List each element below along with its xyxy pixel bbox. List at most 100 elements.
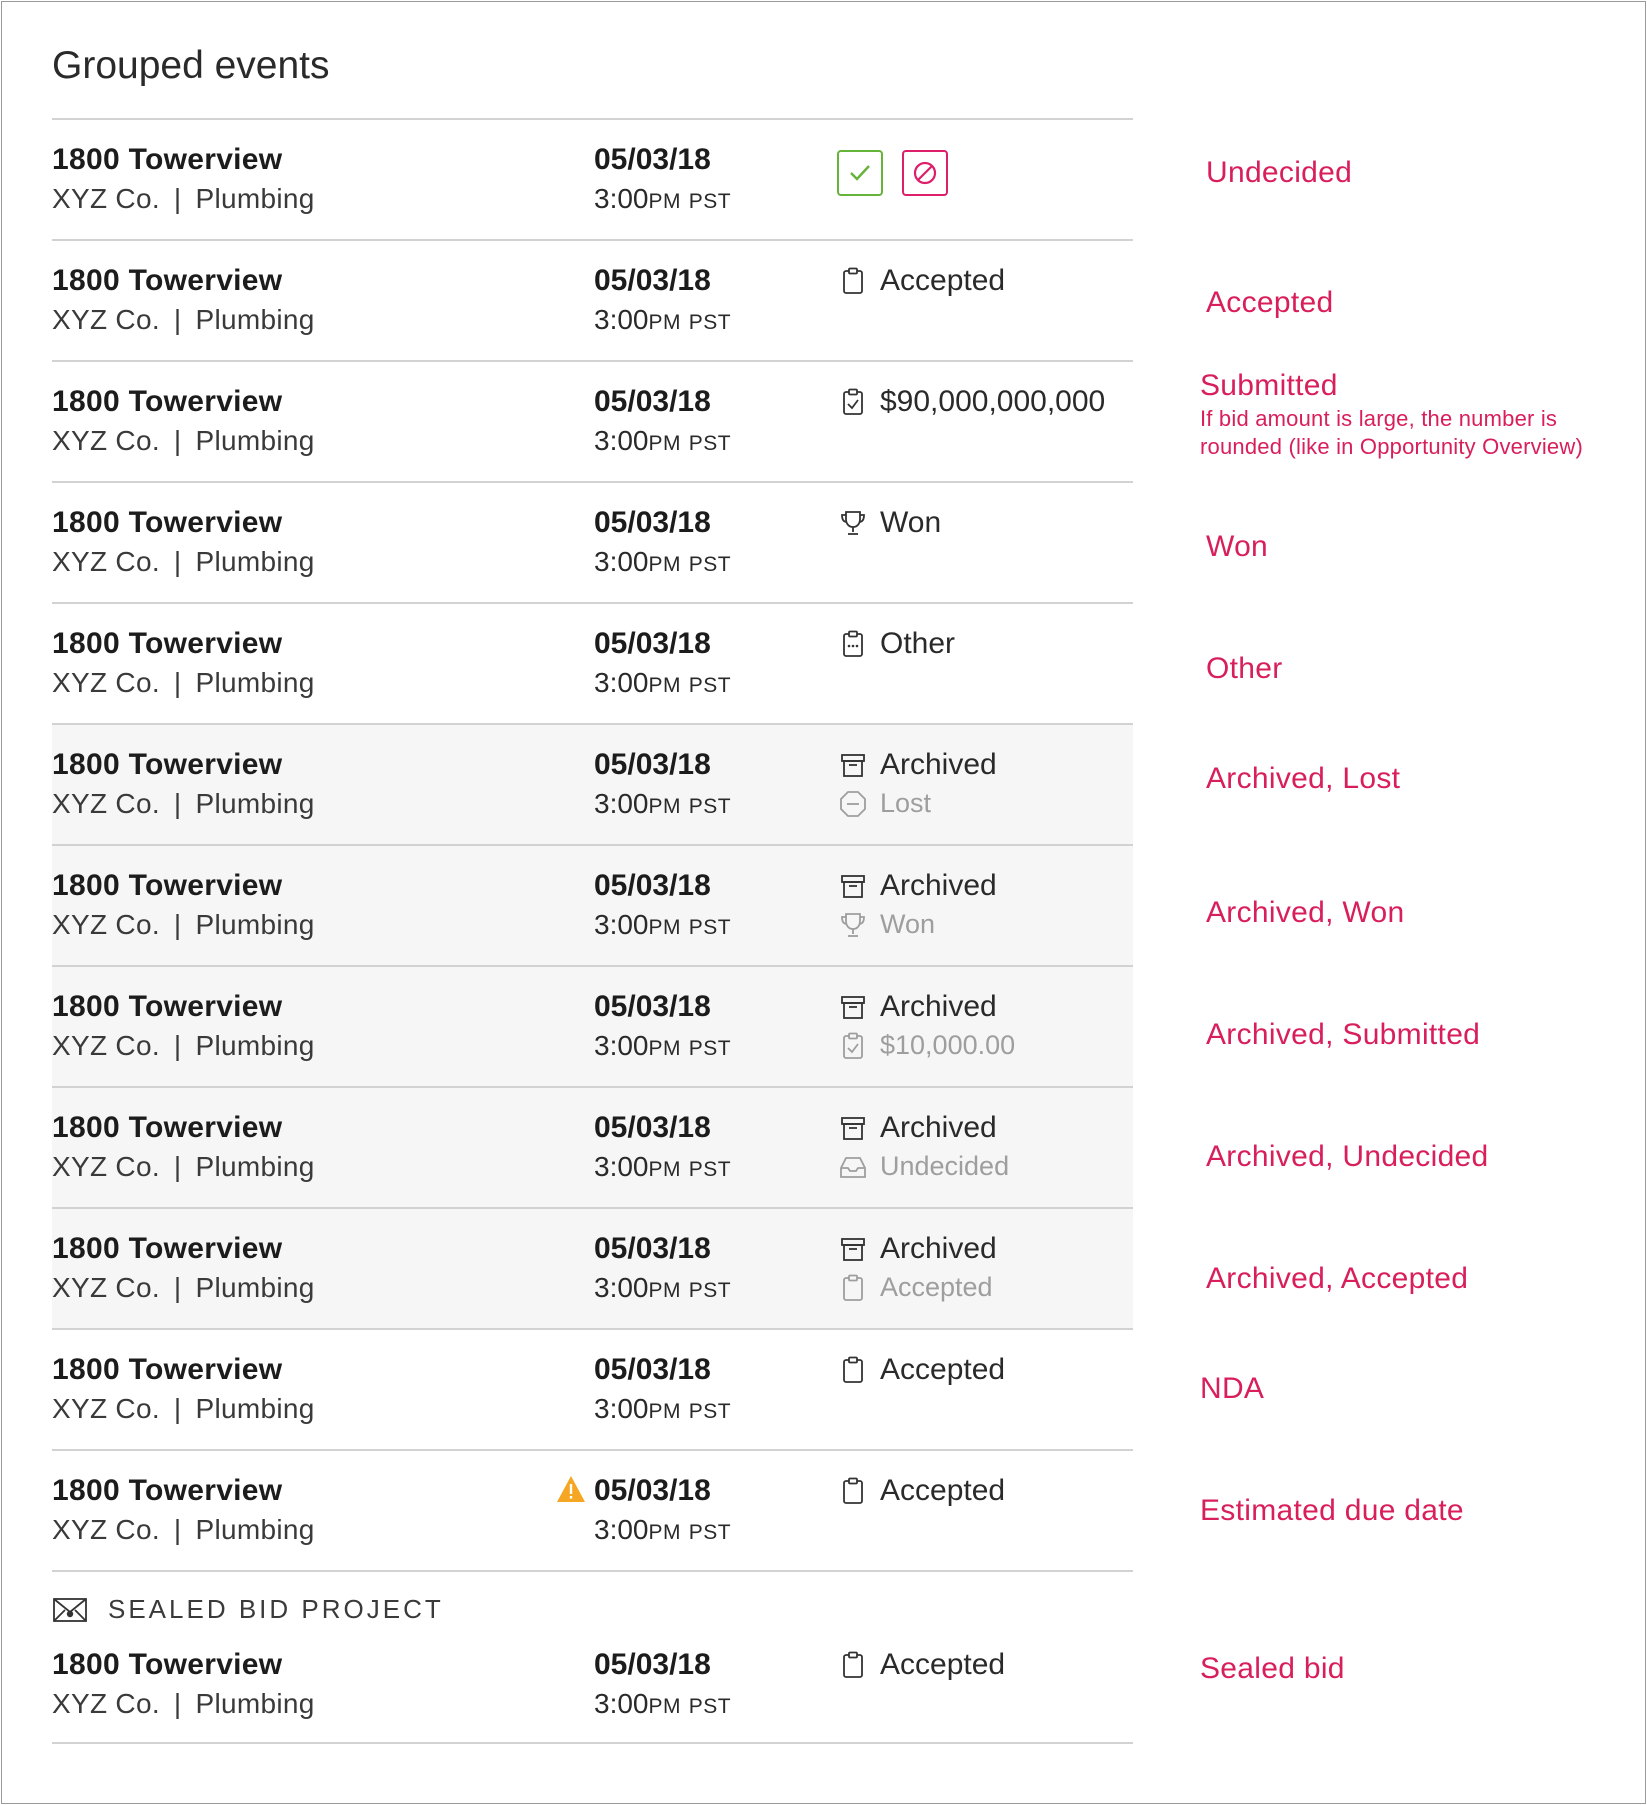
annotation-nda: NDA [1200, 1372, 1265, 1405]
trophy-icon [838, 508, 868, 538]
company-trade: XYZ Co. | Plumbing [52, 1688, 315, 1720]
previous-status: Won [838, 909, 935, 940]
no-entry-icon [913, 161, 937, 185]
status-label: Accepted [880, 264, 1006, 297]
annotation-estimated-due-date: Estimated due date [1200, 1494, 1464, 1527]
status-label: Archived [880, 748, 997, 781]
trade-name: Plumbing [195, 1514, 315, 1545]
table-row[interactable]: 1800 Towerview XYZ Co. | Plumbing 05/03/18… [52, 481, 1133, 602]
separator: | [173, 1151, 182, 1182]
trophy-icon [838, 910, 868, 940]
due-date: 05/03/18 [594, 385, 711, 418]
separator: | [173, 909, 182, 940]
table-row[interactable]: 1800 Towerview XYZ Co. | Plumbing 05/03/18… [52, 723, 1133, 844]
table-row[interactable]: 1800 Towerview XYZ Co. | Plumbing 05/03/18… [52, 239, 1133, 360]
bid-status: Other [838, 627, 955, 661]
separator: | [173, 304, 182, 335]
company-trade: XYZ Co. | Plumbing [52, 304, 315, 336]
company-trade: XYZ Co. | Plumbing [52, 788, 315, 820]
archive-box-icon [838, 992, 868, 1022]
table-row[interactable]: 1800 Towerview XYZ Co. | Plumbing 05/03/18… [52, 1449, 1133, 1570]
company-trade: XYZ Co. | Plumbing [52, 1030, 315, 1062]
previous-status: Lost [838, 788, 931, 819]
project-name: 1800 Towerview [52, 264, 283, 297]
due-time: 3:00PM PST [594, 1151, 732, 1182]
bid-status: Accepted [838, 1474, 1005, 1508]
clipboard-icon [838, 1476, 868, 1506]
company-trade: XYZ Co. | Plumbing [52, 1514, 315, 1546]
annotation-sealed-bid: Sealed bid [1200, 1652, 1345, 1685]
due-time: 3:00PM PST [594, 1688, 732, 1719]
table-row[interactable]: 1800 Towerview XYZ Co. | Plumbing 05/03/18… [52, 844, 1133, 965]
table-row[interactable]: 1800 Towerview XYZ Co. | Plumbing 05/03/18… [52, 1086, 1133, 1207]
annotation-accepted: Accepted [1206, 286, 1334, 319]
substatus-label: Lost [880, 788, 932, 818]
due-date: 05/03/18 [594, 1648, 711, 1681]
company-name: XYZ Co. [52, 1514, 160, 1545]
table-row[interactable]: 1800 Towerview XYZ Co. | Plumbing 05/03/18… [52, 118, 1133, 239]
table-row[interactable]: 1800 Towerview XYZ Co. | Plumbing 05/03/18… [52, 965, 1133, 1086]
trade-name: Plumbing [195, 1151, 315, 1182]
decline-button[interactable] [902, 150, 948, 196]
page-frame: Grouped events 1800 Towerview XYZ Co. | Pl… [1, 1, 1646, 1804]
trade-name: Plumbing [195, 788, 315, 819]
substatus-label: Won [880, 909, 936, 939]
table-row[interactable]: 1800 Towerview XYZ Co. | Plumbing 05/03/18… [52, 1328, 1133, 1449]
annotation-archived-submitted: Archived, Submitted [1206, 1018, 1481, 1051]
due-date: 05/03/18 [594, 1474, 711, 1507]
company-trade: XYZ Co. | Plumbing [52, 425, 315, 457]
bid-status: Archived [838, 1111, 997, 1145]
project-name: 1800 Towerview [52, 627, 283, 660]
company-name: XYZ Co. [52, 183, 160, 214]
due-time: 3:00PM PST [594, 909, 732, 940]
company-name: XYZ Co. [52, 425, 160, 456]
company-name: XYZ Co. [52, 1393, 160, 1424]
due-time: 3:00PM PST [594, 667, 732, 698]
trade-name: Plumbing [195, 304, 315, 335]
archive-box-icon [838, 1234, 868, 1264]
previous-status: $10,000.00 [838, 1030, 1015, 1061]
warning-triangle-icon [557, 1476, 585, 1502]
separator: | [173, 1030, 182, 1061]
status-label: Other [880, 627, 956, 660]
annotation-submitted-title: Submitted [1200, 369, 1338, 402]
table-row[interactable]: 1800 Towerview XYZ Co. | Plumbing 05/03/18… [52, 360, 1133, 481]
due-date: 05/03/18 [594, 627, 711, 660]
project-name: 1800 Towerview [52, 1353, 283, 1386]
due-time: 3:00PM PST [594, 788, 732, 819]
clipboard-icon [838, 266, 868, 296]
minus-octagon-icon [838, 789, 868, 819]
bid-status: Accepted [838, 264, 1005, 298]
annotation-archived-won: Archived, Won [1206, 896, 1405, 929]
clipboard-check-icon [838, 1031, 868, 1061]
clipboard-check-icon [838, 387, 868, 417]
table-row[interactable]: 1800 Towerview XYZ Co. | Plumbing 05/03/18… [52, 1207, 1133, 1328]
table-row[interactable]: 1800 Towerview XYZ Co. | Plumbing 05/03/18… [52, 602, 1133, 723]
company-name: XYZ Co. [52, 1151, 160, 1182]
table-row[interactable]: SEALED BID PROJECT 1800 Towerview XYZ Co… [52, 1570, 1133, 1742]
trade-name: Plumbing [195, 1272, 315, 1303]
trade-name: Plumbing [195, 425, 315, 456]
previous-status: Undecided [838, 1151, 1009, 1182]
separator: | [173, 1272, 182, 1303]
status-label: Archived [880, 1232, 997, 1265]
separator: | [173, 425, 182, 456]
separator: | [173, 1688, 182, 1719]
previous-status: Accepted [838, 1272, 993, 1303]
due-time: 3:00PM PST [594, 1030, 732, 1061]
company-trade: XYZ Co. | Plumbing [52, 1393, 315, 1425]
annotation-other: Other [1206, 652, 1283, 685]
company-name: XYZ Co. [52, 667, 160, 698]
status-label: Won [880, 506, 942, 539]
substatus-label: Accepted [880, 1272, 993, 1302]
status-label: Accepted [880, 1474, 1006, 1507]
status-label: Archived [880, 990, 997, 1023]
accept-button[interactable] [837, 150, 883, 196]
project-name: 1800 Towerview [52, 1232, 283, 1265]
status-label: Accepted [880, 1353, 1006, 1386]
due-date: 05/03/18 [594, 869, 711, 902]
company-trade: XYZ Co. | Plumbing [52, 1151, 315, 1183]
bid-status: Archived [838, 990, 997, 1024]
separator: | [173, 1514, 182, 1545]
sealed-envelope-icon [52, 1595, 88, 1625]
